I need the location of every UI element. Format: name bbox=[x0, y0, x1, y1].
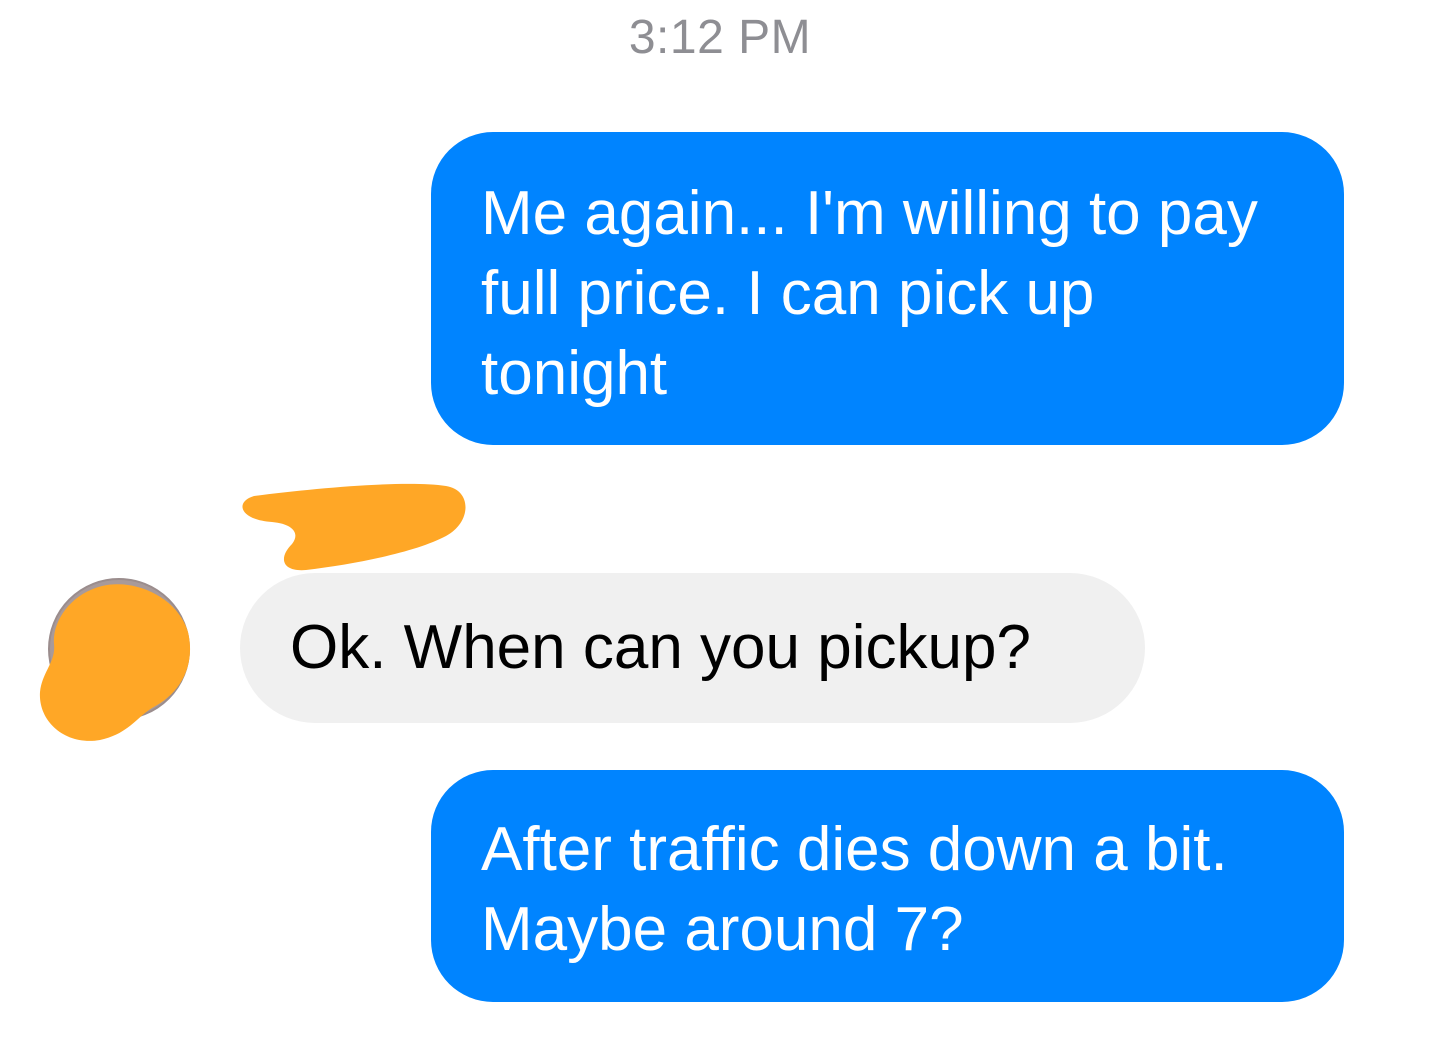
incoming-message-bubble[interactable]: Ok. When can you pickup? bbox=[240, 573, 1145, 723]
message-timestamp: 3:12 PM bbox=[628, 11, 812, 64]
outgoing-message-bubble[interactable]: Me again... I'm willing to pay full pric… bbox=[431, 132, 1344, 445]
redacted-sender-name bbox=[242, 483, 466, 571]
contact-avatar[interactable] bbox=[48, 578, 190, 720]
outgoing-message-bubble[interactable]: After traffic dies down a bit. Maybe aro… bbox=[431, 770, 1344, 1002]
